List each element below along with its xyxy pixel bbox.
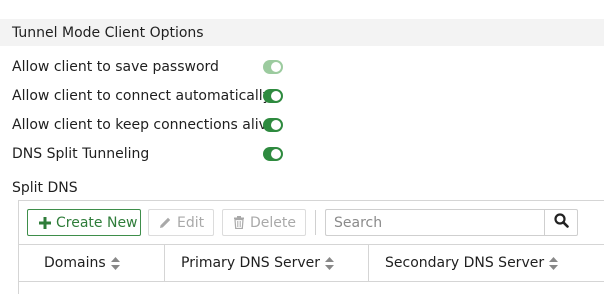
trash-icon: [233, 216, 245, 229]
pencil-icon: [159, 216, 172, 229]
column-label: Primary DNS Server: [181, 255, 321, 271]
toggle-connect-automatically[interactable]: [263, 89, 283, 103]
edit-button[interactable]: Edit: [148, 209, 214, 236]
toggle-save-password[interactable]: [263, 60, 283, 74]
column-header-secondary-dns[interactable]: Secondary DNS Server: [369, 244, 604, 282]
column-header-domains[interactable]: Domains: [19, 244, 165, 282]
delete-button[interactable]: Delete: [222, 209, 306, 236]
toggle-knob: [271, 120, 281, 130]
sort-icon: [325, 256, 335, 270]
create-new-label: Create New: [56, 214, 138, 231]
option-label-keep-connections-alive: Allow client to keep connections alive: [12, 117, 276, 133]
column-label: Domains: [44, 255, 106, 271]
toggle-knob: [271, 91, 281, 101]
search-icon: [553, 213, 569, 232]
edit-label: Edit: [177, 214, 205, 231]
section-title: Tunnel Mode Client Options: [12, 25, 204, 41]
table-cell: [173, 289, 363, 294]
plus-icon: [39, 216, 51, 229]
toggle-knob: [271, 149, 281, 159]
column-header-primary-dns[interactable]: Primary DNS Server: [165, 244, 369, 282]
sort-icon: [549, 256, 559, 270]
search-input[interactable]: [325, 209, 545, 236]
sort-icon: [110, 256, 120, 270]
option-label-dns-split-tunneling: DNS Split Tunneling: [12, 146, 150, 162]
create-new-button[interactable]: Create New: [27, 209, 141, 236]
toggle-keep-connections-alive[interactable]: [263, 118, 283, 132]
split-dns-label: Split DNS: [12, 180, 78, 196]
search-button[interactable]: [544, 209, 578, 236]
toggle-dns-split-tunneling[interactable]: [263, 147, 283, 161]
option-label-save-password: Allow client to save password: [12, 59, 219, 75]
column-label: Secondary DNS Server: [385, 255, 545, 271]
option-label-connect-automatically: Allow client to connect automatically: [12, 88, 271, 104]
toggle-knob: [271, 62, 281, 72]
table-row[interactable]: [40, 289, 160, 294]
delete-label: Delete: [250, 214, 296, 231]
toolbar-separator: [315, 210, 316, 235]
table-cell: [377, 289, 597, 294]
